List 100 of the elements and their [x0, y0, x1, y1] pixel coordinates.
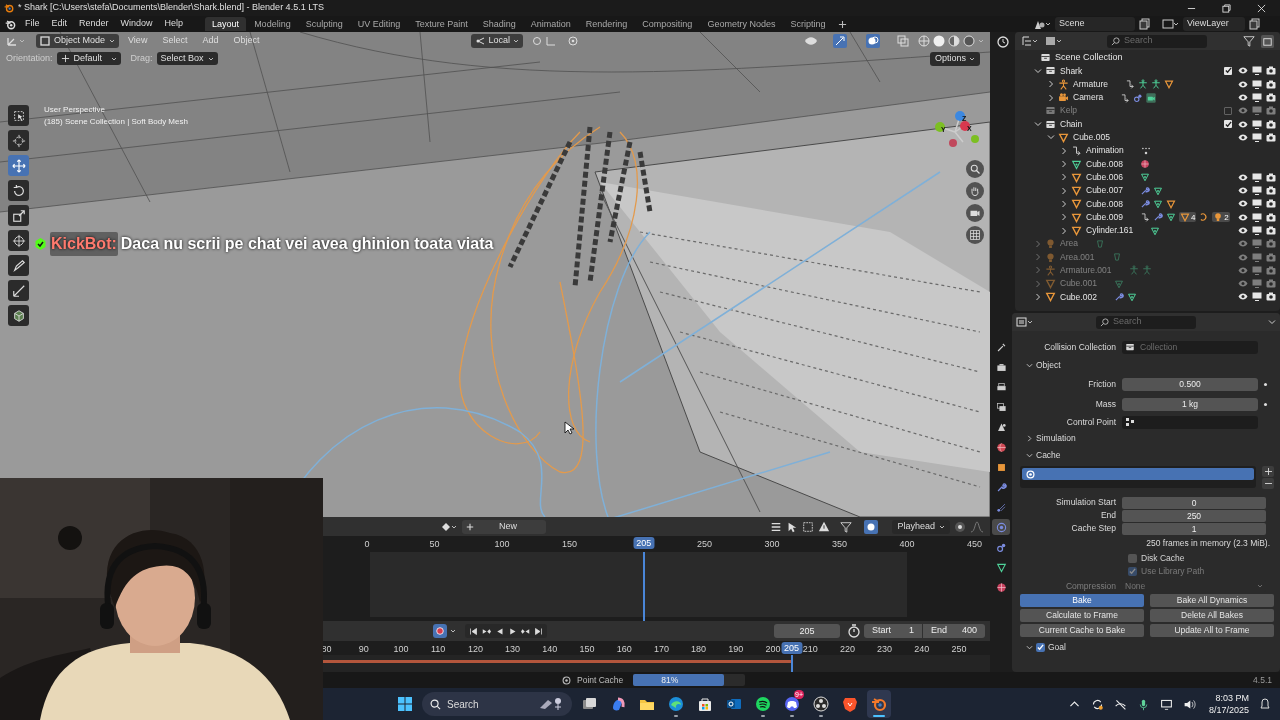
field-label: Compression — [1064, 579, 1117, 593]
frame-number: 120 — [467, 643, 483, 656]
frame-number: 350 — [832, 538, 847, 551]
frame-number: 150 — [579, 643, 595, 656]
number-field[interactable]: 1 kg — [1122, 397, 1258, 411]
outliner-item[interactable]: Armature.001 — [1060, 264, 1112, 277]
outliner-item[interactable]: Area.001 — [1060, 250, 1095, 264]
outliner-item[interactable]: Cube.007 — [1086, 184, 1123, 197]
outliner-item[interactable]: Cube.009 — [1086, 210, 1123, 224]
field-label: Collision Collection — [1043, 340, 1117, 354]
number-field[interactable]: 1 — [1122, 522, 1266, 535]
bake-button[interactable]: Current Cache to Bake — [1020, 624, 1144, 638]
frame-number: 90 — [358, 643, 369, 656]
drag-dropdown[interactable]: Select Box — [156, 52, 218, 65]
field-label: Mass — [1094, 397, 1117, 411]
outliner-item[interactable]: Cube.008 — [1086, 157, 1123, 171]
number-field[interactable]: 0 — [1122, 496, 1266, 509]
frame-number: 240 — [914, 643, 930, 656]
checkbox[interactable]: Disk Cache — [1128, 552, 1185, 565]
outliner-item[interactable]: Cube.001 — [1060, 277, 1097, 291]
workspace-tab[interactable]: Scripting — [783, 17, 833, 31]
outliner-item[interactable]: Shark — [1060, 64, 1083, 78]
data-count-badge: 4 — [1178, 212, 1197, 223]
info-text: 250 frames in memory (2.3 MiB). — [1146, 537, 1270, 550]
orientation-label: Orientation: — [6, 51, 53, 65]
frame-number: 130 — [505, 643, 521, 656]
outliner-item[interactable]: Animation — [1086, 144, 1124, 158]
workspace-tab[interactable]: Texture Paint — [408, 17, 475, 31]
frame-number: 400 — [899, 538, 915, 551]
outliner-item[interactable]: Cube.005 — [1073, 131, 1110, 144]
number-field[interactable]: 250 — [1122, 509, 1266, 522]
outliner-item[interactable]: Cube.002 — [1060, 290, 1097, 304]
bake-button[interactable]: Bake All Dynamics — [1150, 594, 1274, 608]
frame-number: 230 — [877, 643, 893, 656]
outliner-item[interactable]: Armature — [1073, 77, 1108, 91]
workspace-tab[interactable]: Geometry Nodes — [700, 17, 783, 31]
outliner-item[interactable]: Camera — [1073, 91, 1104, 104]
workspace-tab[interactable]: Sculpting — [298, 17, 350, 31]
field-label: Simulation Start — [1055, 496, 1117, 509]
bake-button[interactable]: Delete All Bakes — [1150, 609, 1274, 623]
outliner-item[interactable]: Scene Collection — [1055, 50, 1123, 65]
chat-username: KickBot: — [50, 232, 118, 256]
workspace-tab[interactable]: Shading — [475, 17, 523, 31]
menu-item[interactable]: Window — [115, 17, 158, 31]
workspace-tab[interactable]: UV Editing — [350, 17, 408, 31]
frame-number: 300 — [764, 538, 780, 551]
frame-number: 140 — [542, 643, 558, 656]
frame-number: 150 — [562, 538, 577, 551]
outliner-item[interactable]: Chain — [1060, 117, 1083, 131]
frame-number: 250 — [951, 643, 967, 656]
scene-field[interactable]: Scene — [1055, 17, 1135, 31]
start-frame-field[interactable]: Start 1 — [864, 624, 922, 638]
new-action-button[interactable]: New — [462, 519, 546, 534]
workspace-tab[interactable]: Modeling — [247, 17, 298, 31]
bake-button[interactable]: Update All to Frame — [1150, 624, 1274, 638]
current-frame-marker[interactable]: 205 — [781, 642, 803, 654]
section-header[interactable]: Simulation — [1036, 432, 1076, 445]
outliner-item[interactable]: Cube.006 — [1086, 170, 1123, 184]
menu-item[interactable]: Edit — [46, 17, 73, 31]
field-label: End — [1099, 509, 1117, 522]
frame-number: 110 — [431, 643, 446, 656]
bake-button[interactable]: Calculate to Frame — [1020, 609, 1144, 623]
menu-item[interactable]: Help — [159, 17, 189, 31]
view-layer-field[interactable]: ViewLayer — [1183, 17, 1245, 31]
outliner-item[interactable]: Area — [1060, 237, 1078, 251]
clock[interactable]: 8:03 PM 8/17/2025 — [1208, 692, 1249, 716]
section-header[interactable]: Cache — [1036, 449, 1061, 462]
frame-number: 180 — [691, 643, 707, 656]
frame-number: 210 — [802, 643, 818, 656]
progress-label: 81% — [661, 674, 679, 686]
current-frame-marker[interactable]: 205 — [633, 537, 655, 549]
bake-button[interactable]: Bake — [1020, 594, 1144, 608]
field-label: Cache Step — [1070, 522, 1117, 535]
frame-number: 100 — [393, 643, 409, 656]
menu-item[interactable]: Render — [74, 17, 114, 31]
end-frame-field[interactable]: End 400 — [923, 624, 985, 638]
search-field[interactable]: Search — [422, 692, 572, 716]
view-name: User Perspective — [44, 104, 106, 116]
view-info: (185) Scene Collection | Soft Body Mesh — [44, 116, 188, 128]
playhead-dropdown[interactable]: Playhead — [892, 519, 950, 534]
frame-number: 200 — [765, 643, 781, 656]
field-label: Control Point — [1065, 415, 1117, 429]
number-field[interactable]: 0.500 — [1122, 377, 1258, 391]
current-frame-field[interactable]: 205 — [774, 624, 840, 638]
workspace-tab[interactable]: Rendering — [578, 17, 635, 31]
outliner-item[interactable]: Kelp — [1060, 104, 1077, 118]
section-header[interactable]: Object — [1036, 359, 1061, 372]
frame-number: 0 — [364, 538, 370, 551]
frame-number: 160 — [616, 643, 632, 656]
menu-item[interactable]: File — [20, 17, 45, 31]
orientation-dropdown[interactable]: Default — [56, 52, 121, 65]
workspace-tab[interactable]: Layout — [205, 17, 247, 31]
window-title: * Shark [C:\Users\stefa\Documents\Blender\Shark.blend] - Blender 4.5.1 LTS — [18, 1, 324, 15]
workspace-tab[interactable]: Compositing — [635, 17, 700, 31]
outliner-item[interactable]: Cylinder.161 — [1086, 224, 1134, 237]
workspace-tab[interactable]: Animation — [523, 17, 578, 31]
frame-number: 170 — [653, 643, 669, 656]
section-header[interactable]: Goal — [1048, 641, 1066, 654]
outliner-item[interactable]: Cube.008 — [1086, 197, 1123, 211]
field-label: Friction — [1087, 377, 1117, 391]
